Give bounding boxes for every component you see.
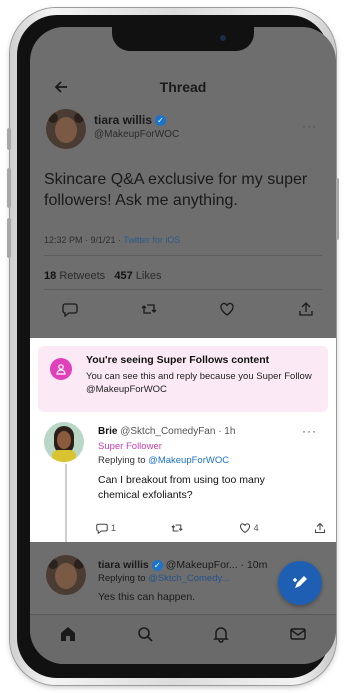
super-follows-description: You can see this and reply because you S… (86, 371, 312, 395)
author-name-text: tiara willis (94, 113, 153, 127)
phone-frame: Thread tiara willis ✓ @MakeupForWOC ··· S… (7, 8, 339, 685)
like-button[interactable] (217, 299, 237, 319)
reply2-avatar[interactable] (46, 555, 86, 595)
home-icon (61, 627, 76, 641)
mute-switch (7, 128, 11, 150)
reply2-replying-to-link[interactable]: @Sktch_Comedy... (148, 573, 229, 584)
reply-actions: 1 4 (96, 521, 326, 535)
reply-share-button[interactable] (314, 521, 326, 535)
nav-notifications[interactable] (210, 623, 232, 645)
volume-up-button (7, 168, 11, 208)
reply-author-handle: @Sktch_ComedyFan · 1h (120, 426, 236, 437)
verified-badge-icon: ✓ (151, 559, 163, 571)
super-follower-badge: Super Follower (98, 441, 162, 452)
heart-icon (239, 523, 250, 534)
retweets-stat[interactable]: 18 Retweets (44, 270, 105, 282)
retweet-icon (141, 304, 157, 314)
replying-prefix: Replying to (98, 455, 146, 466)
divider (44, 289, 322, 290)
super-follows-section: You're seeing Super Follows content You … (30, 338, 336, 542)
reply-like-button[interactable]: 4 (239, 521, 259, 535)
reply2-replying-prefix: Replying to (98, 573, 146, 584)
bottom-nav (30, 614, 336, 664)
search-icon (137, 627, 153, 642)
share-icon (299, 302, 313, 316)
tweet-meta: 12:32 PM · 9/1/21 · Twitter for iOS (44, 235, 180, 245)
nav-messages[interactable] (287, 623, 309, 645)
reply-more-options-icon[interactable]: ··· (302, 424, 317, 438)
tweet-stats: 18 Retweets 457 Likes (44, 270, 161, 282)
more-options-icon[interactable]: ··· (302, 119, 317, 133)
reply-icon (62, 303, 78, 317)
reply-icon (96, 523, 108, 534)
camera-icon (220, 35, 226, 41)
heart-icon (220, 302, 234, 316)
likes-label: Likes (135, 270, 162, 282)
reply-author[interactable]: Brie @Sktch_ComedyFan · 1h (98, 426, 235, 437)
reply2-author-handle: @MakeupFor... · 10m (165, 559, 268, 571)
avatar[interactable] (46, 109, 86, 149)
reply2-text: Yes this can happen. (98, 591, 196, 603)
reply2-author[interactable]: tiara willis ✓ @MakeupFor... · 10m (98, 559, 267, 571)
notifications-icon (213, 627, 230, 643)
tweet-time: 12:32 PM · 9/1/21 · (44, 235, 122, 245)
reply-reply-count: 1 (111, 523, 117, 533)
nav-home[interactable] (57, 623, 79, 645)
nav-search[interactable] (134, 623, 156, 645)
reply2-replying-to: Replying to @Sktch_Comedy... (98, 573, 229, 584)
super-follows-banner: You're seeing Super Follows content You … (38, 346, 328, 412)
share-icon (314, 522, 325, 534)
share-button[interactable] (296, 299, 316, 319)
volume-down-button (7, 218, 11, 258)
compose-icon (293, 576, 307, 588)
messages-icon (290, 628, 306, 640)
retweets-label: Retweets (59, 270, 106, 282)
tweet-source[interactable]: Twitter for iOS (123, 235, 180, 245)
replying-to: Replying to @MakeupForWOC (98, 455, 229, 466)
verified-badge-icon: ✓ (155, 115, 167, 127)
tweet-actions (60, 299, 316, 319)
reply-avatar[interactable] (44, 422, 84, 462)
retweets-count: 18 (44, 270, 57, 282)
super-follows-title: You're seeing Super Follows content (86, 354, 270, 366)
super-follows-icon (50, 358, 72, 380)
retweet-icon (171, 524, 183, 532)
notch (112, 27, 254, 51)
reply-author-name: Brie (98, 426, 118, 437)
screen: Thread tiara willis ✓ @MakeupForWOC ··· S… (30, 27, 336, 664)
replying-to-link[interactable]: @MakeupForWOC (148, 455, 229, 466)
compose-button[interactable] (278, 561, 322, 605)
author-handle[interactable]: @MakeupForWOC (94, 129, 179, 140)
likes-stat[interactable]: 457 Likes (114, 270, 161, 282)
reply-like-count: 4 (253, 523, 259, 533)
thread-line (65, 464, 67, 542)
reply-text: Can I breakout from using too many chemi… (98, 474, 265, 501)
page-title: Thread (159, 79, 207, 95)
reply2-author-name: tiara willis (98, 559, 149, 571)
retweet-button[interactable] (139, 299, 159, 319)
tweet-text: Skincare Q&A exclusive for my super foll… (44, 171, 308, 209)
reply-button[interactable] (60, 299, 80, 319)
author-name[interactable]: tiara willis ✓ (94, 113, 167, 127)
divider (44, 255, 322, 256)
reply-reply-button[interactable]: 1 (96, 521, 116, 535)
likes-count: 457 (114, 270, 133, 282)
reply-retweet-button[interactable] (171, 521, 183, 535)
